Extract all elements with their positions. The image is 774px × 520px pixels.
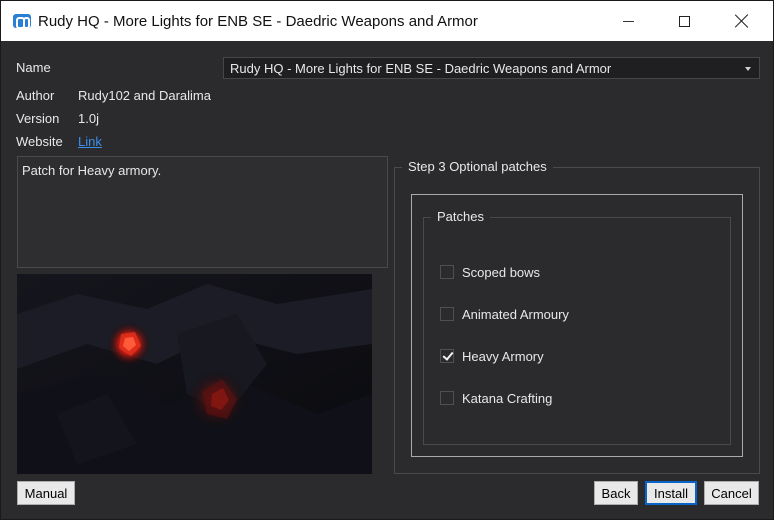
back-button[interactable]: Back <box>594 481 638 505</box>
minimize-button[interactable] <box>605 1 651 41</box>
maximize-button[interactable] <box>661 1 707 41</box>
checkbox[interactable] <box>440 307 454 321</box>
maximize-icon <box>678 15 690 27</box>
website-link[interactable]: Link <box>78 134 102 149</box>
install-button[interactable]: Install <box>645 481 697 505</box>
step-title: Step 3 Optional patches <box>402 159 553 174</box>
version-label: Version <box>16 111 60 126</box>
description-box[interactable]: Patch for Heavy armory. <box>17 156 388 268</box>
description-text: Patch for Heavy armory. <box>22 163 162 178</box>
installer-window: Rudy HQ - More Lights for ENB SE - Daedr… <box>0 0 774 520</box>
checkbox-checked[interactable] <box>440 349 454 363</box>
window-title: Rudy HQ - More Lights for ENB SE - Daedr… <box>38 13 478 30</box>
name-select-value: Rudy HQ - More Lights for ENB SE - Daedr… <box>230 61 612 76</box>
preview-scene <box>17 274 372 474</box>
option-animated-armoury[interactable]: Animated Armoury <box>440 306 569 322</box>
name-label: Name <box>16 60 51 75</box>
preview-image <box>17 274 372 474</box>
dropdown-arrow-icon <box>745 67 751 71</box>
app-logo-icon <box>13 14 31 29</box>
close-button[interactable] <box>719 1 765 41</box>
option-katana-crafting[interactable]: Katana Crafting <box>440 390 552 406</box>
checkbox[interactable] <box>440 265 454 279</box>
manual-button[interactable]: Manual <box>17 481 75 505</box>
close-icon <box>735 14 749 28</box>
name-select[interactable]: Rudy HQ - More Lights for ENB SE - Daedr… <box>223 57 760 79</box>
patches-group <box>423 217 731 445</box>
minimize-icon <box>622 20 634 22</box>
patches-group-title: Patches <box>431 209 490 224</box>
author-value: Rudy102 and Daralima <box>78 88 211 103</box>
option-heavy-armory[interactable]: Heavy Armory <box>440 348 544 364</box>
option-label: Animated Armoury <box>462 306 569 322</box>
version-value: 1.0j <box>78 111 99 126</box>
checkbox[interactable] <box>440 391 454 405</box>
option-label: Heavy Armory <box>462 348 544 364</box>
option-label: Katana Crafting <box>462 390 553 406</box>
option-label: Scoped bows <box>462 264 541 280</box>
cancel-button[interactable]: Cancel <box>704 481 759 505</box>
author-label: Author <box>16 88 55 103</box>
option-scoped-bows[interactable]: Scoped bows <box>440 264 540 280</box>
website-label: Website <box>16 134 63 149</box>
title-bar[interactable]: Rudy HQ - More Lights for ENB SE - Daedr… <box>1 1 773 41</box>
